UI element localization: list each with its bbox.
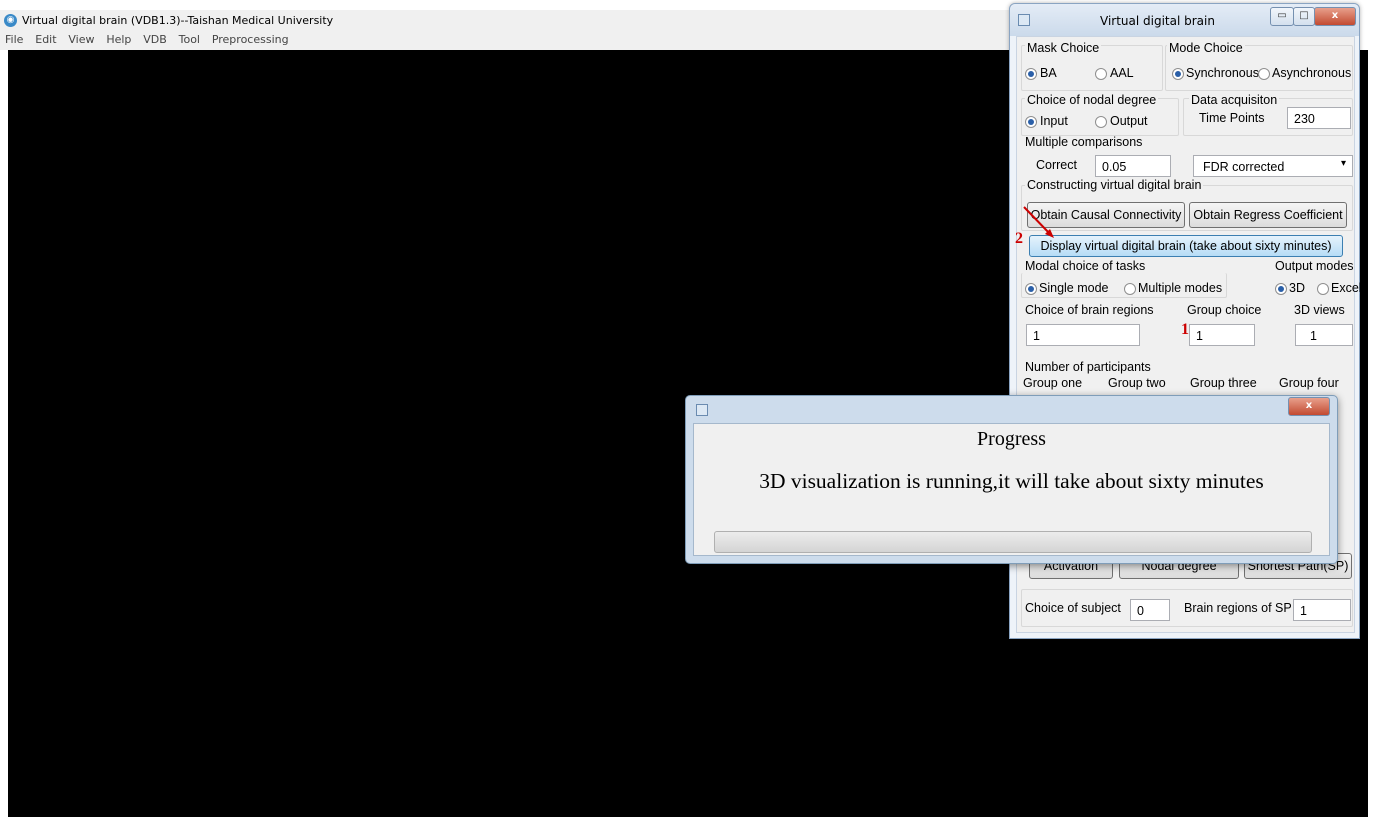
multiple-comparisons-label: Multiple comparisons: [1025, 135, 1143, 149]
menu-file[interactable]: File: [2, 32, 26, 47]
mode-choice-label: Mode Choice: [1167, 41, 1245, 55]
maximize-button[interactable]: □: [1293, 7, 1315, 26]
chevron-down-icon: ▾: [1340, 158, 1346, 169]
radio-multiple-modes-label: Multiple modes: [1138, 281, 1223, 295]
brain-regions-input[interactable]: 1: [1026, 324, 1140, 346]
main-title-bar: ◉ Virtual digital brain (VDB1.3)--Taisha…: [0, 10, 1012, 32]
mask-choice-label: Mask Choice: [1025, 41, 1102, 55]
radio-ba[interactable]: [1025, 68, 1037, 80]
radio-aal[interactable]: [1095, 68, 1107, 80]
radio-3d-label: 3D: [1289, 281, 1305, 295]
subject-label: Choice of subject: [1025, 601, 1121, 615]
group-choice-label: Group choice: [1187, 303, 1262, 317]
radio-single-mode-label: Single mode: [1039, 281, 1109, 295]
display-virtual-brain-button[interactable]: Display virtual digital brain (take abou…: [1029, 235, 1343, 257]
group-choice-input[interactable]: 1: [1189, 324, 1255, 346]
participants-label: Number of participants: [1025, 360, 1151, 374]
radio-input-label: Input: [1040, 114, 1068, 128]
brain-regions-label: Choice of brain regions: [1025, 303, 1154, 317]
menu-help[interactable]: Help: [103, 32, 134, 47]
group-two-label: Group two: [1108, 376, 1166, 390]
radio-aal-label: AAL: [1110, 66, 1134, 80]
menu-bar: File Edit View Help VDB Tool Preprocessi…: [0, 32, 1012, 50]
radio-synchronous[interactable]: [1172, 68, 1184, 80]
constructing-label: Constructing virtual digital brain: [1025, 178, 1204, 192]
dialog-heading: Progress: [977, 428, 1046, 450]
app-icon: ◉: [4, 14, 17, 27]
group-one-label: Group one: [1023, 376, 1083, 390]
menu-view[interactable]: View: [65, 32, 97, 47]
radio-3d[interactable]: [1275, 283, 1287, 295]
menu-preprocessing[interactable]: Preprocessing: [209, 32, 292, 47]
radio-asynchronous-label: Asynchronous: [1272, 66, 1352, 80]
output-modes-label: Output modes: [1275, 259, 1354, 273]
correct-input[interactable]: 0.05: [1095, 155, 1171, 177]
time-points-input[interactable]: 230: [1287, 107, 1351, 129]
dialog-window-icon: [696, 404, 708, 416]
group-four-label: Group four: [1279, 376, 1339, 390]
subject-input[interactable]: 0: [1130, 599, 1170, 621]
correct-label: Correct: [1036, 158, 1077, 172]
panel-title: Virtual digital brain: [1100, 14, 1215, 28]
panel-title-bar[interactable]: Virtual digital brain ▭ □ x: [1010, 4, 1359, 36]
3d-views-input[interactable]: 1: [1295, 324, 1353, 346]
dialog-message: 3D visualization is running,it will take…: [759, 469, 1264, 493]
radio-single-mode[interactable]: [1025, 283, 1037, 295]
nodal-degree-label: Choice of nodal degree: [1025, 93, 1159, 107]
correction-method-value: FDR corrected: [1203, 160, 1285, 174]
menu-edit[interactable]: Edit: [32, 32, 59, 47]
radio-ba-label: BA: [1040, 66, 1057, 80]
minimize-button[interactable]: ▭: [1270, 7, 1294, 26]
menu-tool[interactable]: Tool: [176, 32, 203, 47]
sp-regions-input[interactable]: 1: [1293, 599, 1351, 621]
annotation-arrow-icon: [1023, 206, 1054, 238]
obtain-regress-coefficient-button[interactable]: Obtain Regress Coefficient: [1189, 202, 1347, 228]
modal-choice-label: Modal choice of tasks: [1025, 259, 1146, 273]
radio-output[interactable]: [1095, 116, 1107, 128]
radio-excel[interactable]: [1317, 283, 1329, 295]
dialog-close-button[interactable]: x: [1288, 397, 1330, 416]
correction-method-select[interactable]: FDR corrected ▾: [1193, 155, 1353, 177]
menu-vdb[interactable]: VDB: [140, 32, 170, 47]
radio-asynchronous[interactable]: [1258, 68, 1270, 80]
sp-regions-label: Brain regions of SP: [1184, 601, 1292, 615]
radio-output-label: Output: [1110, 114, 1148, 128]
radio-excel-label: Excel: [1331, 281, 1362, 295]
time-points-label: Time Points: [1199, 111, 1265, 125]
dialog-body: Progress 3D visualization is running,it …: [693, 423, 1330, 556]
3d-views-label: 3D views: [1294, 303, 1345, 317]
progress-dialog: x Progress 3D visualization is running,i…: [685, 395, 1338, 564]
radio-input[interactable]: [1025, 116, 1037, 128]
radio-synchronous-label: Synchronous: [1186, 66, 1259, 80]
radio-multiple-modes[interactable]: [1124, 283, 1136, 295]
main-window-title: Virtual digital brain (VDB1.3)--Taishan …: [22, 14, 334, 27]
close-button[interactable]: x: [1314, 7, 1356, 26]
progress-bar: [714, 531, 1312, 553]
data-acquisition-label: Data acquisiton: [1189, 93, 1280, 107]
group-three-label: Group three: [1190, 376, 1257, 390]
window-icon: [1018, 14, 1030, 26]
annotation-marker-1: 1: [1181, 321, 1189, 338]
